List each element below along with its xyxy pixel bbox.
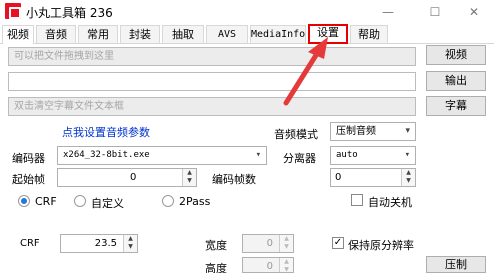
encoder-value: x264_32-8bit.exe [63,150,150,160]
keep-resolution-checkbox[interactable]: ✓ [332,237,344,249]
keep-resolution-label: 保持原分辨率 [348,239,414,252]
encoder-label: 编码器 [12,152,45,165]
tab-common[interactable]: 常用 [78,25,118,43]
audio-mode-select[interactable]: 压制音频 ▾ [330,122,416,141]
spin-arrows-icon[interactable]: ▲ ▼ [123,235,137,252]
custom-radio[interactable] [74,195,86,207]
tab-avs[interactable]: AVS [206,25,248,43]
subtitle-button[interactable]: 字幕 [426,96,486,116]
twopass-radio[interactable] [162,195,174,207]
width-spinner[interactable]: 0 ▲ ▼ [242,234,294,253]
tab-video[interactable]: 视频 [2,25,34,44]
frame-count-value: 0 [335,172,342,183]
crf-spinner[interactable]: 23.5 ▲ ▼ [60,234,138,253]
twopass-radio-label: 2Pass [179,195,211,208]
frame-count-spinner[interactable]: 0 ▲ ▼ [330,168,416,187]
start-frame-label: 起始帧 [12,173,45,186]
chevron-down-icon: ▾ [404,150,410,160]
close-button[interactable]: ✕ [454,0,494,24]
output-button[interactable]: 输出 [426,71,486,91]
tab-settings[interactable]: 设置 [308,24,348,44]
title-bar: 小丸工具箱 236 — ☐ ✕ [0,0,494,24]
frame-count-label: 编码帧数 [212,173,256,186]
width-value: 0 [266,238,273,249]
crf-value: 23.5 [94,238,117,249]
spin-arrows-icon[interactable]: ▲ ▼ [279,235,293,252]
chevron-down-icon: ▾ [405,126,410,136]
auto-shutdown-label: 自动关机 [368,196,412,209]
crf-value-label: CRF [20,238,40,249]
crf-radio[interactable] [18,195,30,207]
crf-radio-label: CRF [35,195,57,208]
compress-button[interactable]: 压制 [426,256,486,273]
spin-arrows-icon[interactable]: ▲ ▼ [401,169,415,186]
tab-mediainfo[interactable]: MediaInfo [250,25,306,43]
spin-arrows-icon[interactable]: ▲ ▼ [182,169,196,186]
demuxer-select[interactable]: auto ▾ [330,146,416,165]
minimize-button[interactable]: — [368,0,408,24]
tab-help[interactable]: 帮助 [350,25,388,43]
tab-mux[interactable]: 封装 [120,25,160,43]
demuxer-value: auto [336,150,358,160]
height-spinner[interactable]: 0 ▲ ▼ [242,257,294,273]
demuxer-label: 分离器 [283,152,316,165]
width-label: 宽度 [205,239,227,252]
height-value: 0 [266,261,273,272]
audio-mode-label: 音频模式 [274,128,318,141]
output-input[interactable] [8,72,416,91]
chevron-down-icon: ▾ [255,150,261,160]
height-label: 高度 [205,262,227,273]
audio-settings-link[interactable]: 点我设置音频参数 [62,124,150,140]
encoder-select[interactable]: x264_32-8bit.exe ▾ [57,146,267,165]
tab-extract[interactable]: 抽取 [162,25,204,43]
auto-shutdown-checkbox[interactable] [351,194,363,206]
audio-mode-value: 压制音频 [336,126,376,137]
spin-arrows-icon[interactable]: ▲ ▼ [279,258,293,273]
custom-radio-label: 自定义 [91,197,124,210]
subtitle-input[interactable]: 双击清空字幕文件文本框 [8,97,416,116]
app-icon [5,3,21,19]
start-frame-spinner[interactable]: 0 ▲ ▼ [57,168,197,187]
tab-bar: 视频 音频 常用 封装 抽取 AVS MediaInfo 设置 帮助 [0,24,494,44]
video-input[interactable]: 可以把文件拖拽到这里 [8,47,416,66]
window-title: 小丸工具箱 236 [26,6,113,20]
maximize-button[interactable]: ☐ [415,0,455,24]
start-frame-value: 0 [130,172,137,183]
video-button[interactable]: 视频 [426,45,486,65]
tab-audio[interactable]: 音频 [36,25,76,43]
